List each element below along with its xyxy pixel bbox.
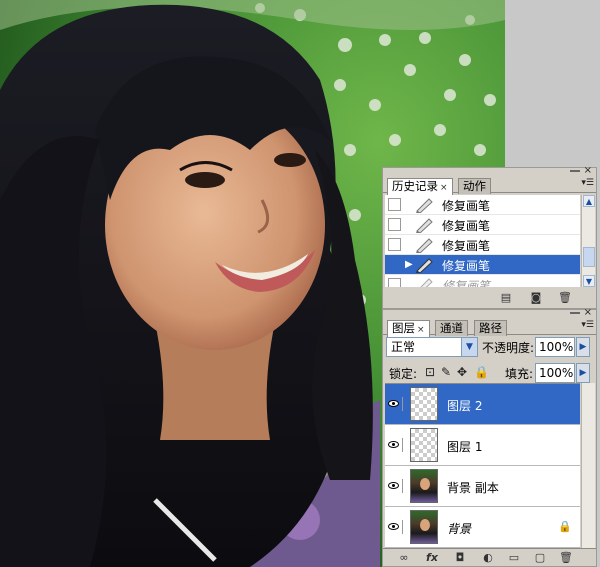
visibility-eye-icon[interactable]	[388, 397, 403, 411]
panel-menu-icon[interactable]: ▾☰	[581, 320, 594, 330]
history-item-selected[interactable]: ▶ 修复画笔	[385, 255, 580, 275]
history-item-label: 修复画笔	[442, 199, 491, 213]
panel-close-icon[interactable]: ×	[584, 165, 592, 176]
visibility-eye-icon[interactable]	[388, 520, 403, 534]
lock-position-move-icon[interactable]: ✥	[457, 365, 467, 379]
tab-paths[interactable]: 路径	[474, 320, 507, 336]
tab-channels[interactable]: 通道	[435, 320, 468, 336]
mask-icon[interactable]: ◘	[453, 551, 467, 564]
layer-name: 背景	[447, 522, 472, 536]
layers-footer: ∞ fx ◘ ◐ ▭ ▢ 🗑	[383, 548, 596, 566]
fill-value: 100%	[539, 366, 574, 380]
healing-brush-icon	[416, 258, 433, 273]
scroll-thumb[interactable]	[583, 247, 595, 267]
history-item[interactable]: 修复画笔	[385, 235, 580, 255]
layer-thumbnail	[410, 428, 438, 462]
layers-tabbar: 图层 × 通道 路径 ▾☰	[383, 319, 596, 337]
opacity-value: 100%	[539, 340, 574, 354]
fill-slider-arrow-icon[interactable]: ▶	[576, 363, 590, 383]
panel-close-icon[interactable]: ×	[584, 307, 592, 318]
snapshot-icon[interactable]: ◙	[529, 291, 543, 304]
trash-icon[interactable]: 🗑	[558, 291, 572, 304]
history-source-checkbox[interactable]	[388, 218, 401, 231]
layers-scrollbar[interactable]	[581, 383, 595, 549]
layer-row[interactable]: 背景 副本	[385, 466, 580, 507]
history-source-checkbox[interactable]	[388, 278, 401, 287]
new-layer-icon[interactable]: ▢	[533, 551, 547, 564]
visibility-eye-icon[interactable]	[388, 479, 403, 493]
lock-transparency-icon[interactable]: ⊡	[425, 365, 435, 379]
chevron-down-icon[interactable]: ▼	[461, 338, 477, 356]
tab-history-label: 历史记录	[392, 179, 438, 193]
visibility-eye-icon[interactable]	[388, 438, 403, 452]
panel-grip-icon[interactable]	[570, 170, 580, 172]
scroll-up-icon[interactable]: ▲	[583, 195, 595, 207]
layer-row-background[interactable]: 背景 🔒	[385, 507, 580, 548]
layer-name: 图层 2	[447, 399, 483, 413]
fill-label: 填充:	[505, 367, 534, 381]
tab-paths-label: 路径	[479, 321, 502, 335]
history-panel-titlebar[interactable]: ×	[383, 165, 596, 177]
healing-brush-icon	[416, 238, 433, 253]
history-item[interactable]: 修复画笔	[385, 215, 580, 235]
layer-name: 图层 1	[447, 440, 483, 454]
history-footer: ▤ ◙ 🗑	[383, 288, 596, 308]
layer-row-selected[interactable]: 图层 2	[385, 384, 580, 425]
history-state-arrow-icon: ▶	[405, 259, 413, 270]
panel-menu-icon[interactable]: ▾☰	[581, 178, 594, 188]
adjustment-icon[interactable]: ◐	[481, 551, 495, 564]
lock-label: 锁定:	[389, 367, 418, 381]
tab-close-icon[interactable]: ×	[417, 325, 425, 335]
history-item-label: 修复画笔	[442, 259, 491, 273]
history-list: 修复画笔 修复画笔 修复画笔 ▶ 修复画笔 修复画笔	[385, 195, 580, 287]
opacity-input[interactable]: 100%	[535, 337, 575, 357]
history-tabbar: 历史记录 × 动作 ▾☰	[383, 177, 596, 195]
opacity-slider-arrow-icon[interactable]: ▶	[576, 337, 590, 357]
tab-actions-label: 动作	[463, 179, 486, 193]
tab-close-icon[interactable]: ×	[440, 183, 448, 193]
layers-panel-titlebar[interactable]: ×	[383, 307, 596, 319]
layer-thumbnail	[410, 387, 438, 421]
history-item-label: 修复画笔	[442, 279, 491, 287]
scroll-down-icon[interactable]: ▼	[583, 275, 595, 287]
fx-icon[interactable]: fx	[425, 551, 439, 564]
layer-thumbnail	[410, 469, 438, 503]
panel-grip-icon[interactable]	[570, 312, 580, 314]
blend-mode-value: 正常	[391, 340, 416, 354]
healing-brush-icon	[416, 198, 433, 213]
tab-layers-label: 图层	[392, 321, 415, 335]
tab-layers[interactable]: 图层 ×	[387, 320, 430, 337]
opacity-label: 不透明度:	[482, 341, 535, 355]
healing-brush-icon	[416, 218, 433, 233]
blend-mode-select[interactable]: 正常 ▼	[386, 337, 478, 357]
tab-history[interactable]: 历史记录 ×	[387, 178, 453, 195]
tab-channels-label: 通道	[440, 321, 463, 335]
new-document-icon[interactable]: ▤	[499, 291, 513, 304]
lock-all-icon[interactable]: 🔒	[474, 365, 489, 379]
link-icon[interactable]: ∞	[397, 551, 411, 564]
history-panel: × 历史记录 × 动作 ▾☰ 修复画笔 修复画笔 修复画笔 ▶ 修复画笔 修复画…	[382, 165, 597, 309]
lock-image-brush-icon[interactable]: ✎	[441, 365, 451, 379]
layer-row[interactable]: 图层 1	[385, 425, 580, 466]
history-item[interactable]: 修复画笔	[385, 195, 580, 215]
history-item-label: 修复画笔	[442, 219, 491, 233]
history-source-checkbox[interactable]	[388, 238, 401, 251]
layer-thumbnail	[410, 510, 438, 544]
fill-input[interactable]: 100%	[535, 363, 575, 383]
tab-actions[interactable]: 动作	[458, 178, 491, 194]
history-source-checkbox[interactable]	[388, 258, 401, 271]
layer-lock-icon: 🔒	[558, 520, 572, 533]
layers-panel: × 图层 × 通道 路径 ▾☰ 正常 ▼ 不透明度: 100% ▶ 锁定: ⊡ ✎…	[382, 307, 597, 567]
trash-icon[interactable]: 🗑	[559, 551, 573, 564]
healing-brush-icon	[420, 278, 433, 287]
group-folder-icon[interactable]: ▭	[507, 551, 521, 564]
history-item-undone[interactable]: 修复画笔	[385, 275, 580, 287]
layer-list: 图层 2 图层 1 背景 副本 背景 🔒	[385, 383, 580, 549]
layer-name: 背景 副本	[447, 481, 499, 495]
history-scrollbar[interactable]: ▲ ▼	[581, 195, 595, 287]
history-source-checkbox[interactable]	[388, 198, 401, 211]
history-item-label: 修复画笔	[442, 239, 491, 253]
